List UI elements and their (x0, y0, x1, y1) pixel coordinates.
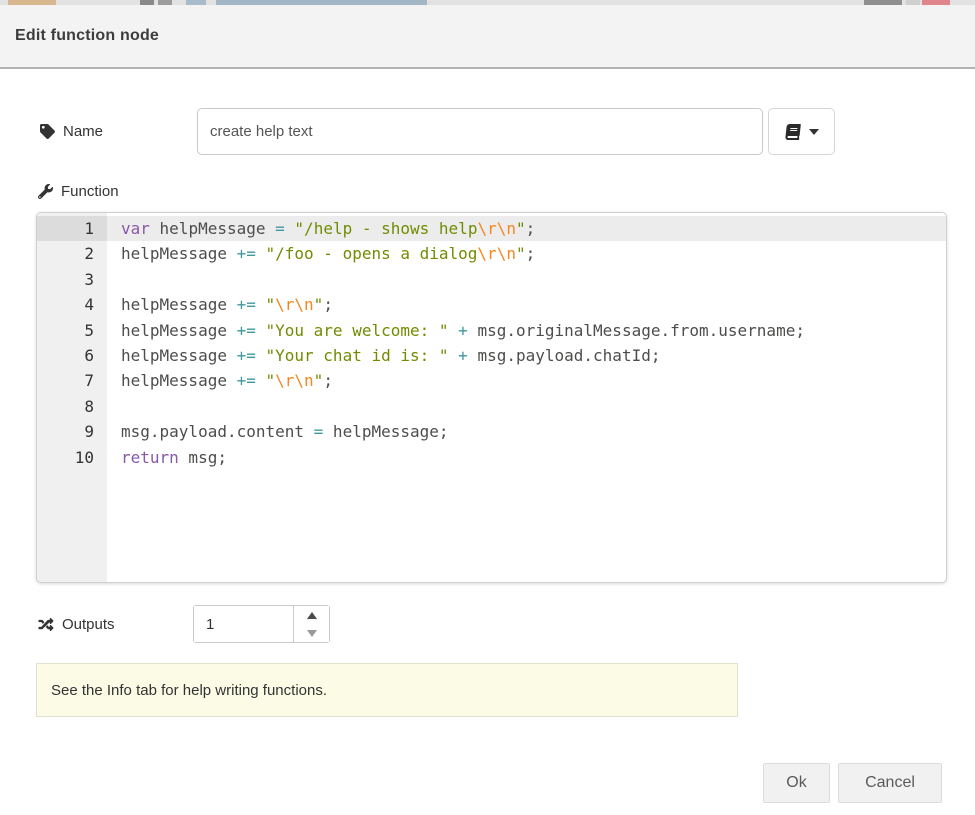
code-line: helpMessage += "Your chat id is: " + msg… (107, 343, 946, 368)
gutter-line-number: 1 (37, 216, 107, 241)
code-line: helpMessage += "\r\n"; (107, 292, 946, 317)
outputs-input[interactable] (194, 606, 293, 642)
cancel-button[interactable]: Cancel (838, 763, 942, 803)
outputs-spinner (193, 605, 330, 643)
gutter-line-number: 9 (37, 419, 107, 444)
gutter-line-number: 2 (37, 241, 107, 266)
gutter-line-number: 5 (37, 318, 107, 343)
outputs-label: Outputs (38, 605, 115, 643)
code-line: helpMessage += "You are welcome: " + msg… (107, 318, 946, 343)
function-label-text: Function (61, 183, 119, 200)
code-line: msg.payload.content = helpMessage; (107, 419, 946, 444)
code-line: var helpMessage = "/help - shows help\r\… (107, 216, 946, 241)
gutter-line-number: 3 (37, 267, 107, 292)
name-input[interactable] (197, 108, 763, 155)
arrow-down-icon (307, 630, 317, 637)
gutter-line-number: 10 (37, 445, 107, 470)
form-tip-text: See the Info tab for help writing functi… (51, 682, 327, 699)
function-code-editor[interactable]: 12345678910 var helpMessage = "/help - s… (36, 212, 947, 583)
spinner-buttons (293, 606, 329, 642)
dialog-title: Edit function node (15, 27, 159, 45)
library-button[interactable] (768, 108, 835, 155)
outputs-label-text: Outputs (62, 616, 115, 633)
gutter-line-number: 6 (37, 343, 107, 368)
code-line (107, 394, 946, 419)
ok-button[interactable]: Ok (763, 763, 830, 803)
gutter-line-number: 4 (37, 292, 107, 317)
code-line: return msg; (107, 445, 946, 470)
name-label-text: Name (63, 123, 103, 140)
dialog-header: Edit function node (0, 5, 975, 69)
code-line: helpMessage += "/foo - opens a dialog\r\… (107, 241, 946, 266)
gutter-line-number: 8 (37, 394, 107, 419)
editor-gutter: 12345678910 (37, 213, 107, 582)
name-label: Name (40, 108, 103, 155)
chevron-down-icon (809, 129, 819, 135)
shuffle-icon (38, 617, 54, 632)
wrench-icon (38, 184, 53, 199)
tag-icon (40, 124, 55, 139)
code-line (107, 267, 946, 292)
function-label: Function (38, 181, 119, 202)
book-icon (784, 124, 802, 140)
code-line: helpMessage += "\r\n"; (107, 368, 946, 393)
form-tip: See the Info tab for help writing functi… (36, 663, 738, 717)
spinner-up-button[interactable] (294, 606, 329, 624)
editor-code-area: var helpMessage = "/help - shows help\r\… (107, 213, 946, 582)
spinner-down-button[interactable] (294, 624, 329, 642)
gutter-line-number: 7 (37, 368, 107, 393)
arrow-up-icon (307, 612, 317, 619)
